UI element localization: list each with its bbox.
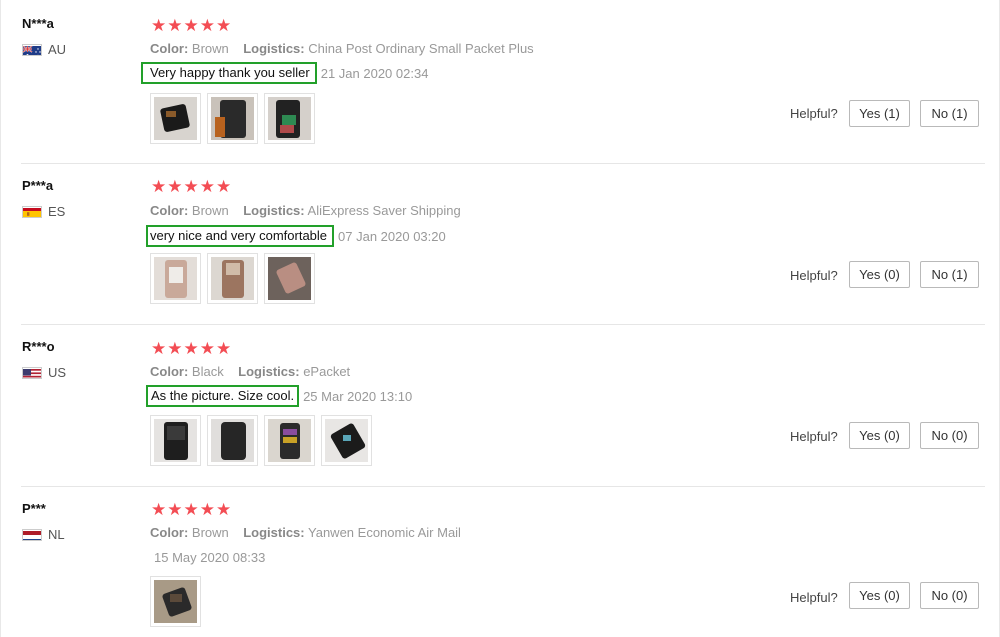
helpful-no-button[interactable]: No (0) [920, 582, 979, 609]
review-list: N***a AU ★ ★ ★ ★ ★ Color: Brown Logistics: C… [0, 0, 1000, 637]
review-comment: Very happy thank you seller [141, 62, 317, 84]
star-icon: ★ [151, 177, 167, 196]
star-icon: ★ [199, 500, 215, 519]
review-comment: As the picture. Size cool. [146, 385, 300, 407]
attribute-color: Brown [191, 525, 229, 540]
review-photo-thumbnail[interactable] [264, 253, 315, 304]
reviewer-country: US [22, 365, 66, 380]
review-body: Very happy thank you seller 21 Jan 2020 … [141, 62, 428, 84]
helpful-label: Helpful? [790, 106, 838, 121]
star-icon: ★ [151, 500, 167, 519]
attribute-logistics: China Post Ordinary Small Packet Plus [308, 41, 534, 56]
star-icon: ★ [151, 16, 167, 35]
review-photo-thumbnail[interactable] [207, 415, 258, 466]
star-icon: ★ [167, 177, 183, 196]
helpful-no-button[interactable]: No (1) [920, 100, 979, 127]
star-icon: ★ [151, 339, 167, 358]
product-attributes: Color: Brown Logistics: AliExpress Saver… [150, 203, 461, 218]
rating-stars: ★ ★ ★ ★ ★ [151, 501, 231, 518]
rating-stars: ★ ★ ★ ★ ★ [151, 178, 231, 195]
review-date: 07 Jan 2020 03:20 [338, 228, 446, 244]
attribute-color: Brown [191, 41, 229, 56]
reviewer-name: P***a [22, 178, 54, 193]
review-photos [150, 576, 201, 627]
product-attributes: Color: Brown Logistics: Yanwen Economic … [150, 525, 461, 540]
review-photos [150, 415, 372, 466]
star-icon: ★ [167, 339, 183, 358]
review-photo-thumbnail[interactable] [321, 415, 372, 466]
star-icon: ★ [167, 16, 183, 35]
star-icon: ★ [199, 16, 215, 35]
australia-flag-icon [22, 43, 42, 56]
attribute-color: Black [191, 364, 224, 379]
product-attributes: Color: Black Logistics: ePacket [150, 364, 351, 379]
review-date: 15 May 2020 08:33 [154, 550, 266, 565]
star-icon: ★ [199, 339, 215, 358]
star-icon: ★ [167, 500, 183, 519]
rating-stars: ★ ★ ★ ★ ★ [151, 17, 231, 34]
attribute-logistics: ePacket [303, 364, 351, 379]
review-photos [150, 93, 315, 144]
attribute-color: Brown [191, 203, 229, 218]
helpful-label: Helpful? [790, 429, 838, 444]
usa-flag-icon [22, 366, 42, 379]
helpful-yes-button[interactable]: Yes (1) [849, 100, 910, 127]
reviewer-name: N***a [22, 16, 54, 31]
review-item: N***a AU ★ ★ ★ ★ ★ Color: Brown Logistics: C… [1, 0, 1000, 163]
star-icon: ★ [216, 177, 232, 196]
reviewer-name: P*** [22, 501, 46, 516]
country-code: US [48, 365, 67, 380]
review-item: P***a ES ★ ★ ★ ★ ★ Color: Brown Logistics: A… [1, 164, 1000, 324]
star-icon: ★ [199, 177, 215, 196]
review-photo-thumbnail[interactable] [264, 93, 315, 144]
helpful-yes-button[interactable]: Yes (0) [849, 422, 910, 449]
review-item: R***o US ★ ★ ★ ★ ★ Color: Black Logistics: e… [1, 325, 1000, 486]
attribute-logistics: Yanwen Economic Air Mail [308, 525, 461, 540]
helpful-no-button[interactable]: No (0) [920, 422, 979, 449]
review-photo-thumbnail[interactable] [150, 415, 201, 466]
helpful-no-button[interactable]: No (1) [920, 261, 979, 288]
review-photo-thumbnail[interactable] [207, 253, 258, 304]
attribute-logistics: AliExpress Saver Shipping [307, 203, 461, 218]
review-photo-thumbnail[interactable] [150, 93, 201, 144]
country-code: NL [48, 527, 65, 542]
country-code: AU [48, 42, 67, 57]
reviewer-country: NL [22, 527, 65, 542]
star-icon: ★ [183, 339, 199, 358]
review-photo-thumbnail[interactable] [207, 93, 258, 144]
review-photo-thumbnail[interactable] [264, 415, 315, 466]
reviewer-name: R***o [22, 339, 55, 354]
star-icon: ★ [216, 500, 232, 519]
star-icon: ★ [216, 339, 232, 358]
star-icon: ★ [183, 500, 199, 519]
netherlands-flag-icon [22, 528, 42, 541]
review-photos [150, 253, 315, 304]
helpful-label: Helpful? [790, 590, 838, 605]
spain-flag-icon [22, 205, 42, 218]
review-date: 25 Mar 2020 13:10 [303, 388, 413, 404]
review-body: 15 May 2020 08:33 [154, 550, 265, 565]
country-code: ES [48, 204, 66, 219]
review-comment: very nice and very comfortable [146, 225, 335, 247]
product-attributes: Color: Brown Logistics: China Post Ordin… [150, 41, 534, 56]
helpful-yes-button[interactable]: Yes (0) [849, 582, 910, 609]
review-photo-thumbnail[interactable] [150, 576, 201, 627]
helpful-yes-button[interactable]: Yes (0) [849, 261, 910, 288]
reviewer-country: AU [22, 42, 66, 57]
helpful-label: Helpful? [790, 268, 838, 283]
reviewer-country: ES [22, 204, 65, 219]
star-icon: ★ [216, 16, 232, 35]
review-body: very nice and very comfortable 07 Jan 20… [141, 225, 446, 247]
star-icon: ★ [183, 16, 199, 35]
review-item: P*** NL ★ ★ ★ ★ ★ Color: Brown Logistics: Ya… [1, 487, 1000, 637]
review-body: As the picture. Size cool. 25 Mar 2020 1… [141, 385, 412, 407]
star-icon: ★ [183, 177, 199, 196]
review-date: 21 Jan 2020 02:34 [320, 65, 429, 81]
rating-stars: ★ ★ ★ ★ ★ [151, 340, 231, 357]
review-photo-thumbnail[interactable] [150, 253, 201, 304]
